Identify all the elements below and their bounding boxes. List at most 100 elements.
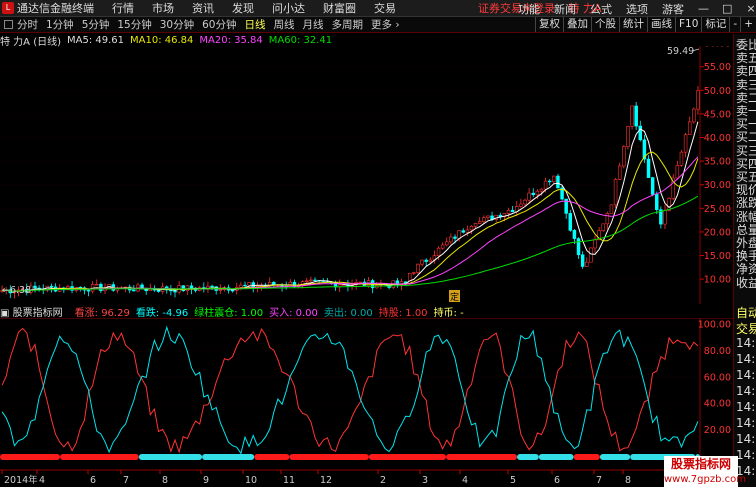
maximize-icon[interactable]: □ (722, 2, 732, 15)
tab-daily[interactable]: 日线 (245, 17, 266, 32)
tab-5min[interactable]: 5分钟 (82, 17, 110, 32)
ind-tick-label: 60.00 (704, 372, 731, 383)
price-axis-bg (700, 46, 733, 304)
candle-body (428, 259, 433, 262)
candle-body (675, 165, 680, 179)
tab-fenshi[interactable]: 分时 (17, 17, 38, 32)
menu-xuanxiang[interactable]: 选项 (626, 1, 648, 17)
gegu-button[interactable]: 个股 (590, 17, 619, 32)
side-tick-label: 14:5 (736, 336, 756, 350)
candle-body (465, 229, 470, 233)
lvzhu-value: 绿柱震仓: 1.00 (194, 308, 264, 319)
menu-youke[interactable]: 游客 (662, 1, 684, 17)
candle-body (251, 282, 255, 288)
candle-body (358, 281, 363, 284)
candle-body (634, 105, 638, 127)
candle-body (445, 241, 449, 246)
price-tick-label: 50.00 (704, 86, 731, 97)
minimize-icon[interactable]: — (698, 2, 709, 15)
signal-strip (0, 454, 700, 460)
biaoji-button[interactable]: 标记 (701, 17, 729, 32)
price-tick-label: 60.00 (704, 46, 731, 50)
ind-tick-label: 80.00 (704, 346, 731, 357)
date-tick-label: 4 (462, 475, 468, 486)
low-price-label: ←6.38 (2, 285, 31, 296)
indicator-name[interactable]: ▣ 股票指标网 (0, 304, 69, 319)
menu-faxian[interactable]: 发现 (232, 0, 254, 16)
tab-60min[interactable]: 60分钟 (202, 17, 236, 32)
huaxian-button[interactable]: 画线 (646, 17, 675, 32)
price-tick-label: 10.00 (704, 275, 731, 286)
candle-body (132, 289, 136, 292)
kandie-line (1, 325, 699, 455)
menu-caifuquan[interactable]: 财富圈 (323, 0, 356, 16)
top-menubar: L 通达信金融终端 行情 市场 资讯 发现 问小达 财富圈 交易 证券交易未登录… (0, 0, 756, 17)
toolbar-right-buttons: 复权 叠加 个股 统计 画线 F10 标记 - + (534, 17, 756, 32)
signal-segment (254, 454, 290, 460)
candle-body (663, 210, 667, 225)
candle-body (568, 213, 573, 231)
price-chart[interactable]: 60.00 55.00 50.00 45.00 40.00 35.00 30.00 25.00… (0, 46, 733, 304)
menu-gongshi[interactable]: 公式 (590, 1, 612, 17)
tab-weekly[interactable]: 周线 (274, 17, 295, 32)
menu-jiaoyi[interactable]: 交易 (374, 0, 396, 16)
candle-body (305, 280, 309, 282)
chigu-value: 持股: 1.00 (378, 308, 428, 319)
candle-body (572, 230, 577, 239)
candle-body (420, 259, 424, 265)
date-tick-label: 2014年 (4, 474, 38, 486)
side-tick-label: 自动 (736, 306, 756, 320)
menu-hangqing[interactable]: 行情 (112, 0, 134, 16)
close-icon[interactable]: × (746, 2, 756, 15)
tab-more-label: 更多 (371, 19, 392, 31)
candle-body (547, 180, 552, 183)
date-tick-label: 8 (625, 475, 631, 486)
chibi-value: 持币: - (433, 308, 464, 319)
candle-body (605, 213, 610, 225)
tab-multi-period[interactable]: 多周期 (332, 17, 364, 32)
candle-body (424, 259, 428, 262)
tab-more[interactable]: 更多 › (371, 17, 400, 32)
candle-body (449, 236, 453, 243)
candle-body (416, 263, 420, 273)
fuquan-button[interactable]: 复权 (534, 17, 563, 32)
date-tick-label: 10 (245, 475, 257, 486)
candle-body (86, 289, 91, 292)
signal-segment (573, 454, 600, 460)
f10-button[interactable]: F10 (674, 17, 701, 32)
menu-shichang[interactable]: 市场 (152, 0, 174, 16)
candle-body (622, 146, 626, 167)
signal-segment (538, 454, 574, 460)
menu-gongneng[interactable]: 功能 (518, 1, 540, 17)
candle-body (95, 283, 99, 286)
diejia-button[interactable]: 叠加 (562, 17, 591, 32)
tab-15min[interactable]: 15分钟 (117, 17, 151, 32)
candle-body (436, 247, 441, 256)
tab-monthly[interactable]: 月线 (303, 17, 324, 32)
menu-wenxiaoda[interactable]: 问小达 (272, 0, 305, 16)
menu-xinwen[interactable]: 新闻 (554, 1, 576, 17)
menu-zixun[interactable]: 资讯 (192, 0, 214, 16)
signal-segment (517, 454, 539, 460)
side-tick-label: 14:5 (736, 352, 756, 366)
high-price-label: 59.49 (667, 46, 694, 57)
watermark-title: 股票指标网 (670, 457, 731, 471)
side-quote-label: 收益 (736, 275, 756, 290)
price-tick-label: 20.00 (704, 227, 731, 238)
candle-body (655, 194, 659, 210)
ind-tick-label: 100.00 (698, 320, 731, 331)
candle-body (309, 279, 313, 282)
tongji-button[interactable]: 统计 (618, 17, 647, 32)
side-tick-label: 14:5 (736, 416, 756, 430)
candle-body (313, 279, 317, 282)
signal-segment (599, 454, 631, 460)
indicator-chart[interactable]: 100.0080.0060.0040.0020.002014年 4 6 7 8 9 10 11… (0, 318, 733, 487)
zoom-out-button[interactable]: - (729, 17, 740, 32)
tab-1min[interactable]: 1分钟 (46, 17, 74, 32)
candle-body (247, 282, 251, 286)
layout-square-icon[interactable] (4, 20, 13, 29)
candle-body (617, 165, 622, 180)
tab-30min[interactable]: 30分钟 (160, 17, 194, 32)
zoom-in-button[interactable]: + (740, 17, 756, 32)
indicator-info-line: ▣ 股票指标网 看涨: 96.29 看跌: -4.96 绿柱震仓: 1.00 买… (0, 304, 470, 319)
